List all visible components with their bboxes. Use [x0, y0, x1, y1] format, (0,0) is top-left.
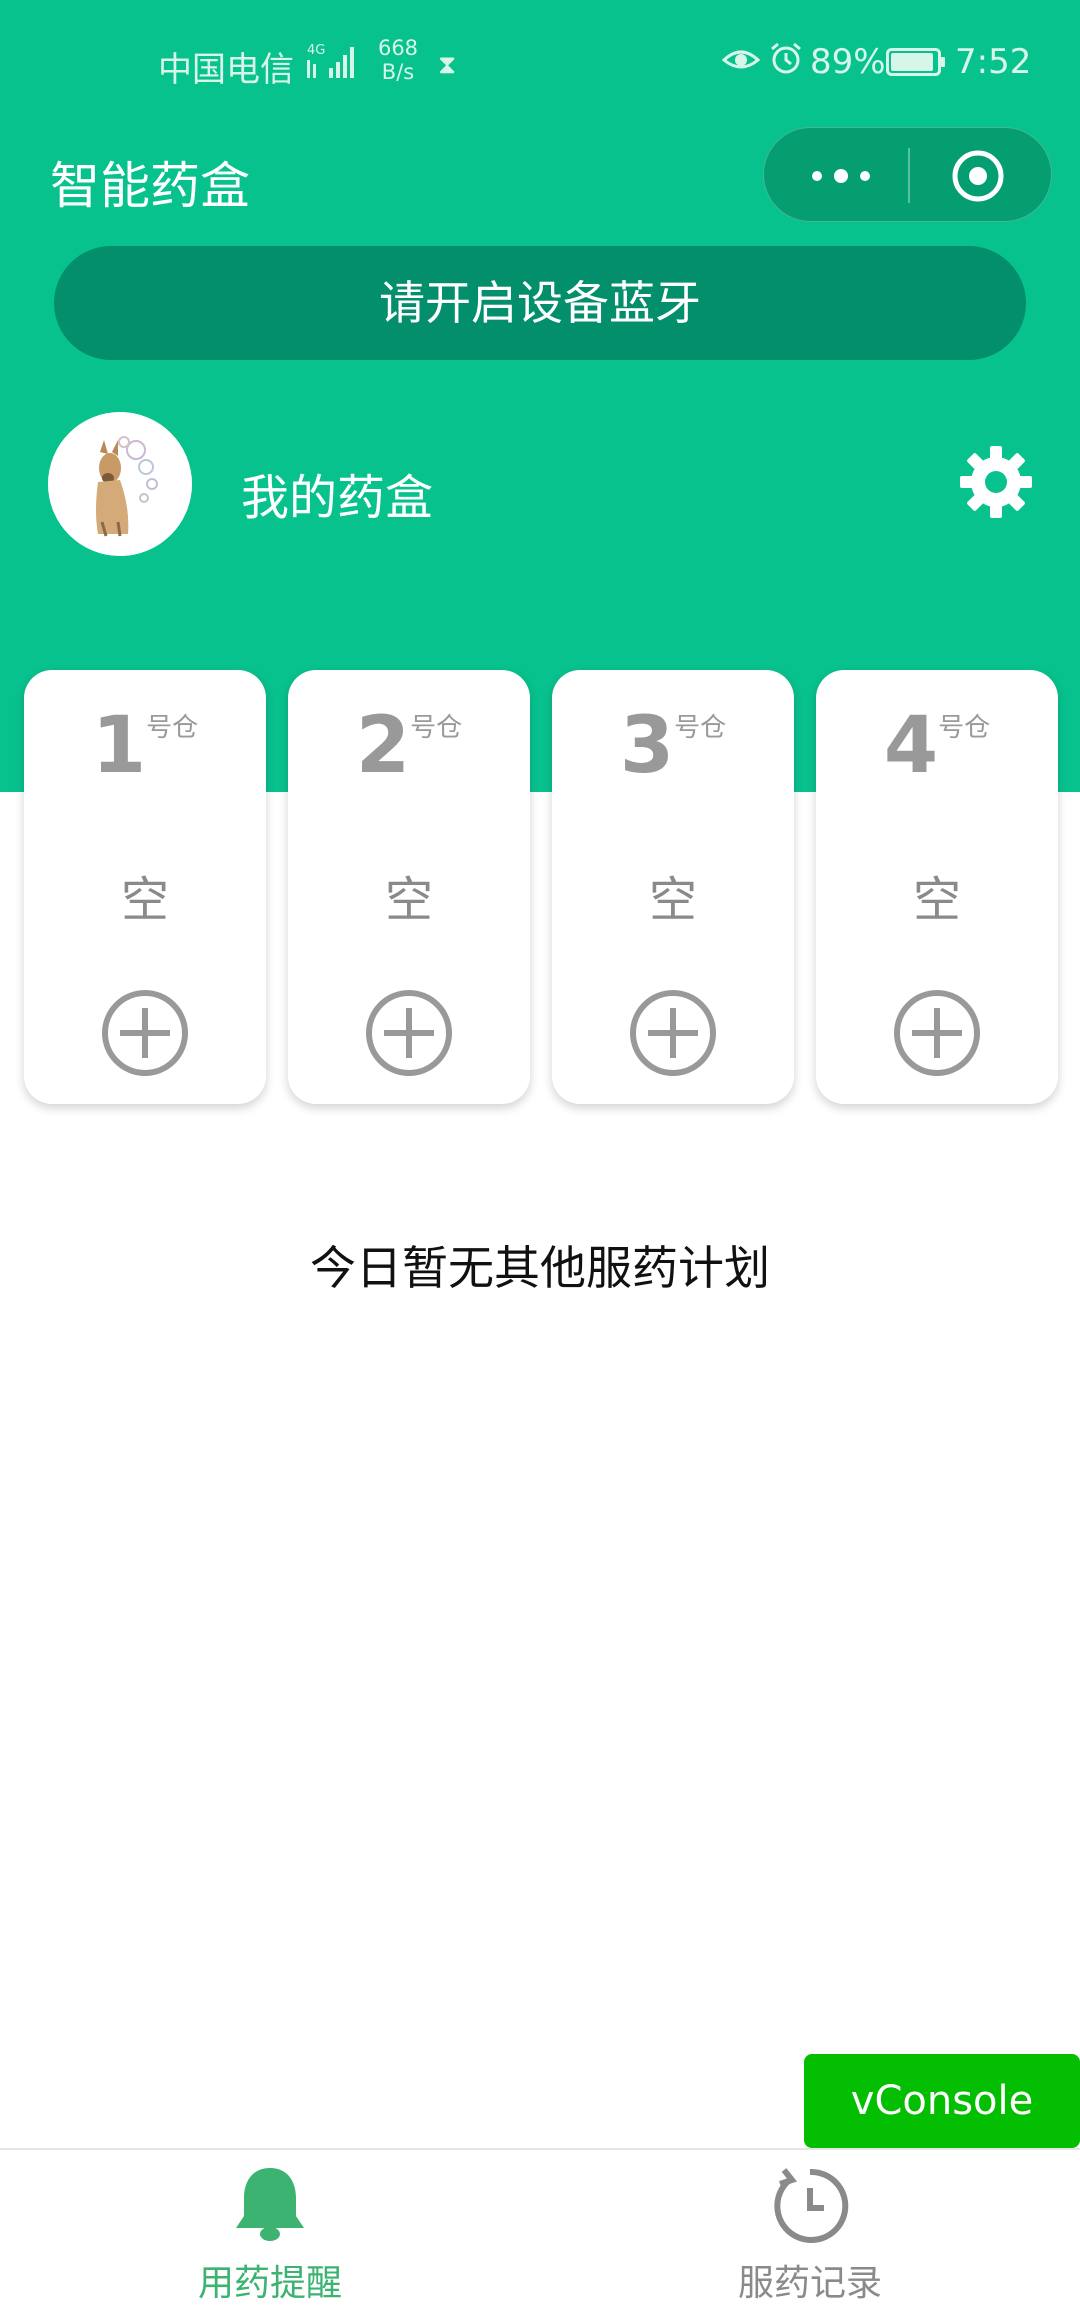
compartment-card-1[interactable]: 1号仓 空	[24, 670, 266, 1104]
compartment-number: 2	[355, 701, 411, 791]
more-dots-icon[interactable]	[792, 128, 892, 223]
compartment-status: 空	[384, 872, 433, 928]
llama-avatar-image	[48, 412, 192, 556]
compartment-title: 3号仓	[552, 706, 794, 786]
history-clock-icon	[774, 2168, 849, 2243]
compartment-list: 1号仓 空 2号仓 空 3号仓 空 4号仓 空	[0, 670, 1080, 1106]
network-type-label: 4G	[307, 43, 325, 58]
battery-icon	[886, 48, 945, 76]
avatar[interactable]	[48, 412, 192, 556]
mini-program-capsule	[763, 127, 1052, 222]
compartment-status: 空	[648, 872, 697, 928]
tab-label: 服药记录	[737, 2263, 882, 2304]
compartment-title: 4号仓	[816, 706, 1058, 786]
compartment-title: 2号仓	[288, 706, 530, 786]
battery-percentage: 89%	[810, 42, 886, 82]
bell-icon	[236, 2168, 304, 2241]
network-speed: 668 B/s	[376, 36, 420, 84]
gear-icon[interactable]	[958, 444, 1034, 520]
add-circle-icon[interactable]	[628, 988, 718, 1078]
compartment-number: 1	[91, 701, 147, 791]
compartment-suffix: 号仓	[674, 713, 727, 743]
compartment-status: 空	[912, 872, 961, 928]
page: 中国电信 4G 668 B/s ⧗ 89% 7:52 智能药盒 请开启设备蓝牙 …	[0, 0, 1080, 2310]
status-bar: 中国电信 4G 668 B/s ⧗ 89% 7:52	[0, 0, 1080, 125]
clock-time: 7:52	[955, 42, 1032, 82]
compartment-title: 1号仓	[24, 706, 266, 786]
add-circle-icon[interactable]	[100, 988, 190, 1078]
compartment-card-4[interactable]: 4号仓 空	[816, 670, 1058, 1104]
alarm-icon	[771, 42, 801, 74]
compartment-suffix: 号仓	[410, 713, 463, 743]
add-circle-icon[interactable]	[364, 988, 454, 1078]
device-name: 我的药盒	[241, 470, 434, 526]
carrier-label: 中国电信	[158, 50, 294, 90]
add-circle-icon[interactable]	[892, 988, 982, 1078]
compartment-card-2[interactable]: 2号仓 空	[288, 670, 530, 1104]
tab-bar: 用药提醒 服药记录	[0, 2148, 1080, 2310]
compartment-suffix: 号仓	[938, 713, 991, 743]
eye-icon	[722, 50, 760, 69]
compartment-status: 空	[120, 872, 169, 928]
compartment-suffix: 号仓	[146, 713, 199, 743]
tab-label: 用药提醒	[197, 2263, 342, 2304]
compartment-card-3[interactable]: 3号仓 空	[552, 670, 794, 1104]
target-circle-icon[interactable]	[950, 148, 1006, 204]
tab-medication-history[interactable]: 服药记录	[540, 2150, 1080, 2310]
tab-medication-reminder[interactable]: 用药提醒	[0, 2150, 540, 2310]
empty-plan-message: 今日暂无其他服药计划	[310, 1241, 770, 1295]
page-title: 智能药盒	[50, 157, 250, 215]
capsule-divider	[908, 148, 910, 203]
compartment-number: 4	[883, 701, 939, 791]
speed-unit: B/s	[381, 60, 415, 84]
compartment-number: 3	[619, 701, 675, 791]
hourglass-icon: ⧗	[438, 50, 457, 80]
vconsole-button[interactable]: vConsole	[804, 2054, 1080, 2148]
signal-icon: 4G	[307, 43, 354, 78]
enable-bluetooth-button[interactable]: 请开启设备蓝牙	[54, 246, 1026, 360]
speed-value: 668	[377, 36, 419, 60]
